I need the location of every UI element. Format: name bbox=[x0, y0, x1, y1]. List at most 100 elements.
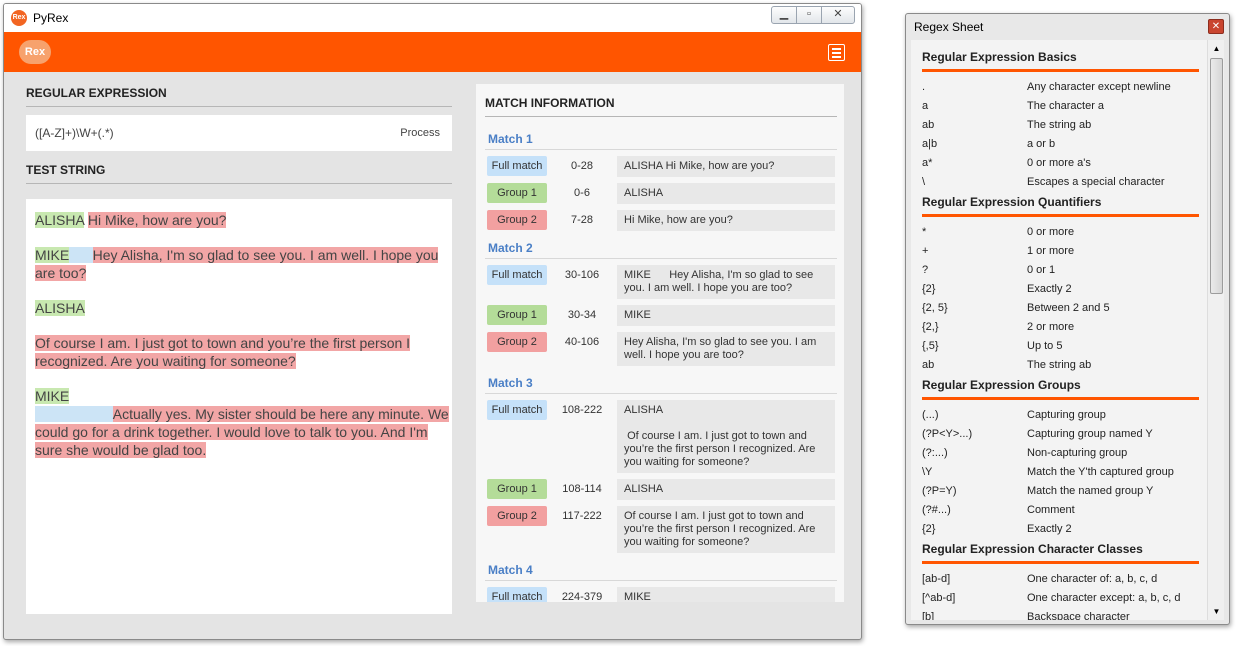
match-range: 7-28 bbox=[570, 214, 594, 226]
match-row: Group 2 117-222 Of course I am. I just g… bbox=[485, 506, 837, 553]
group1-badge: Group 1 bbox=[487, 183, 547, 203]
sheet-row: [ab-d] One character of: a, b, c, d bbox=[922, 573, 1209, 592]
sheet-expr: {2,} bbox=[922, 321, 939, 333]
match-range: 108-114 bbox=[562, 483, 602, 495]
full-match-badge: Full match bbox=[487, 265, 547, 285]
sheet-desc: 0 or more a's bbox=[1027, 157, 1091, 169]
match-row: Full match 0-28 ALISHA Hi Mike, how are … bbox=[485, 156, 837, 177]
category-title: Regular Expression Groups bbox=[922, 378, 1199, 400]
sheet-row: \ Escapes a special character bbox=[922, 176, 1209, 195]
sheet-row: {,5} Up to 5 bbox=[922, 340, 1209, 359]
match-row: Group 1 30-34 MIKE bbox=[485, 305, 837, 326]
title-bar: Rex PyRex ▁ ▫ ✕ bbox=[4, 4, 861, 32]
sheet-row: a The character a bbox=[922, 100, 1209, 119]
test-name: MIKE bbox=[35, 388, 70, 404]
close-button[interactable]: ✕ bbox=[821, 6, 855, 24]
full-match-badge: Full match bbox=[487, 587, 547, 602]
maximize-icon: ▫ bbox=[807, 8, 811, 20]
sheet-row: {2,} 2 or more bbox=[922, 321, 1209, 340]
sheet-desc: Escapes a special character bbox=[1027, 176, 1165, 188]
group1-badge: Group 1 bbox=[487, 305, 547, 325]
sheet-row: {2} Exactly 2 bbox=[922, 283, 1209, 302]
test-name: ALISHA bbox=[35, 300, 85, 316]
match-value: ALISHA Hi Mike, how are you? bbox=[617, 156, 835, 177]
sheet-desc: Any character except newline bbox=[1027, 81, 1171, 93]
sheet-row: [^ab-d] One character except: a, b, c, d bbox=[922, 592, 1209, 611]
maximize-button[interactable]: ▫ bbox=[796, 6, 822, 24]
sheet-content[interactable]: Regular Expression Basics . Any character… bbox=[911, 40, 1209, 620]
test-text: Hey Alisha, I'm so glad to see you. I am… bbox=[35, 247, 439, 281]
sheet-row: ? 0 or 1 bbox=[922, 264, 1209, 283]
sheet-desc: Match the named group Y bbox=[1027, 485, 1154, 497]
test-line-4: Of course I am. I just got to town and y… bbox=[35, 334, 449, 370]
match-range: 40-106 bbox=[564, 336, 600, 348]
scroll-thumb[interactable] bbox=[1210, 58, 1223, 294]
match-value: MIKE Hey Alisha, I'm so glad to see you.… bbox=[617, 265, 835, 299]
sheet-desc: Exactly 2 bbox=[1027, 283, 1072, 295]
sheet-row: \Y Match the Y'th captured group bbox=[922, 466, 1209, 485]
sheet-expr: ab bbox=[922, 359, 935, 371]
group2-badge: Group 2 bbox=[487, 210, 547, 230]
sheet-desc: 1 or more bbox=[1027, 245, 1075, 257]
test-string-header: TEST STRING bbox=[26, 163, 452, 184]
left-pane: REGULAR EXPRESSION ([A-Z]+)\W+(.*) Proce… bbox=[26, 86, 452, 614]
regex-sheet-button[interactable] bbox=[828, 44, 845, 61]
category-title: Regular Expression Quantifiers bbox=[922, 195, 1199, 217]
minimize-button[interactable]: ▁ bbox=[771, 6, 797, 24]
sheet-desc: Capturing group named Y bbox=[1027, 428, 1153, 440]
sheet-close-button[interactable]: ✕ bbox=[1208, 19, 1224, 34]
sheet-expr: a|b bbox=[922, 138, 938, 150]
match-list[interactable]: Match 1 Full match 0-28 ALISHA Hi Mike, … bbox=[485, 126, 837, 602]
process-button[interactable]: Process bbox=[400, 127, 440, 139]
group1-badge: Group 1 bbox=[487, 479, 547, 499]
sheet-desc: The string ab bbox=[1027, 119, 1092, 131]
sheet-expr: ab bbox=[922, 119, 935, 131]
sheet-row: a* 0 or more a's bbox=[922, 157, 1209, 176]
regex-sheet-window: Regex Sheet ✕ Regular Expression Basics … bbox=[905, 13, 1230, 625]
close-icon: ✕ bbox=[833, 8, 843, 20]
match-range: 117-222 bbox=[562, 510, 602, 522]
test-line-1: ALISHA Hi Mike, how are you? bbox=[35, 211, 449, 229]
match-range: 224-379 bbox=[561, 591, 603, 602]
test-line-3: ALISHA bbox=[35, 299, 449, 317]
regex-input[interactable]: ([A-Z]+)\W+(.*) bbox=[35, 126, 114, 140]
sheet-row: +1 or more bbox=[922, 245, 1209, 264]
regex-header: REGULAR EXPRESSION bbox=[26, 86, 452, 107]
match-info-panel: MATCH INFORMATION Match 1 Full match 0-2… bbox=[476, 84, 844, 602]
app-icon: Rex bbox=[11, 10, 27, 26]
sheet-row: ab The string ab bbox=[922, 359, 1209, 378]
sheet-expr: [b] bbox=[922, 611, 935, 620]
regex-input-box[interactable]: ([A-Z]+)\W+(.*) Process bbox=[26, 115, 452, 151]
match-title: Match 2 bbox=[485, 235, 837, 259]
group2-badge: Group 2 bbox=[487, 332, 547, 352]
sheet-row: . Any character except newline bbox=[922, 81, 1209, 100]
sheet-desc: 0 or 1 bbox=[1027, 264, 1056, 276]
sheet-desc: Exactly 2 bbox=[1027, 523, 1072, 535]
sheet-expr: (?:...) bbox=[922, 447, 948, 459]
close-icon: ✕ bbox=[1211, 21, 1221, 32]
sheet-expr: . bbox=[922, 81, 926, 93]
sheet-row: (?P<Y>...) Capturing group named Y bbox=[922, 428, 1209, 447]
test-string-input[interactable]: ALISHA Hi Mike, how are you? MIKE Hey Al… bbox=[26, 199, 452, 614]
sheet-expr: * bbox=[922, 226, 927, 238]
full-match-badge: Full match bbox=[487, 156, 547, 176]
match-title: Match 3 bbox=[485, 370, 837, 394]
sheet-row: a|b a or b bbox=[922, 138, 1209, 157]
window-controls: ▁ ▫ ✕ bbox=[771, 6, 855, 24]
match-title: Match 4 bbox=[485, 557, 837, 581]
minimize-icon: ▁ bbox=[779, 8, 789, 20]
sheet-desc: Capturing group bbox=[1027, 409, 1106, 421]
sheet-desc: One character except: a, b, c, d bbox=[1027, 592, 1181, 604]
sheet-expr: \Y bbox=[922, 466, 933, 478]
sheet-expr: {2} bbox=[922, 523, 936, 535]
sheet-row: [b] Backspace character bbox=[922, 611, 1209, 620]
scroll-up-icon[interactable]: ▲ bbox=[1210, 42, 1223, 55]
sheet-expr: {2, 5} bbox=[922, 302, 948, 314]
test-text: Of course I am. I just got to town and y… bbox=[35, 335, 411, 369]
scroll-down-icon[interactable]: ▼ bbox=[1210, 605, 1223, 618]
sheet-row: (?P=Y) Match the named group Y bbox=[922, 485, 1209, 504]
match-title: Match 1 bbox=[485, 126, 837, 150]
sheet-scrollbar[interactable]: ▲ ▼ bbox=[1207, 40, 1224, 620]
full-match-badge: Full match bbox=[487, 400, 547, 420]
match-row: Group 1 0-6 ALISHA bbox=[485, 183, 837, 204]
